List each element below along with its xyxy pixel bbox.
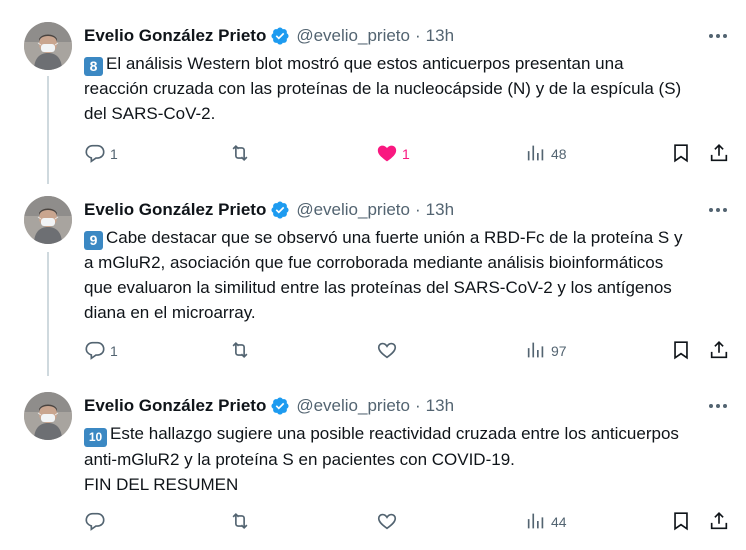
views-button[interactable]: 44: [525, 510, 567, 534]
views-button[interactable]: 48: [525, 142, 567, 166]
retweet-icon: [229, 510, 251, 535]
avatar[interactable]: [24, 392, 72, 440]
tweet[interactable]: Evelio González Prieto @evelio_prieto · …: [0, 196, 746, 366]
keycap-number-icon: 9: [84, 231, 103, 250]
like-icon: [376, 142, 398, 167]
tweet-text: 8 El análisis Western blot mostró que est…: [84, 51, 734, 126]
author-handle[interactable]: @evelio_prieto: [296, 26, 410, 46]
retweet-icon: [229, 339, 251, 364]
share-icon: [708, 510, 730, 535]
share-button[interactable]: [708, 339, 730, 363]
tweet-text-line: Este hallazgo sugiere una posible reacti…: [110, 424, 679, 443]
tweet-text-line: del SARS-CoV-2.: [84, 104, 216, 123]
bookmark-icon: [670, 339, 692, 364]
bookmark-button[interactable]: [670, 510, 692, 534]
timestamp[interactable]: 13h: [426, 26, 454, 46]
tweet-text-line: Cabe destacar que se observó una fuerte …: [106, 228, 683, 247]
more-icon[interactable]: [706, 198, 730, 222]
views-button[interactable]: 97: [525, 339, 567, 363]
separator-dot: ·: [414, 396, 421, 415]
tweet-text-line: diana en el microarray.: [84, 303, 256, 322]
views-icon: [525, 142, 547, 167]
like-icon: [376, 339, 398, 364]
avatar[interactable]: [24, 22, 72, 70]
author-name[interactable]: Evelio González Prieto: [84, 26, 266, 46]
share-icon: [708, 339, 730, 364]
share-icon: [708, 142, 730, 167]
tweet-text-line: a mGluR2, asociación que fue corroborada…: [84, 253, 664, 272]
separator-dot: ·: [414, 26, 421, 45]
author-handle[interactable]: @evelio_prieto: [296, 396, 410, 416]
reply-count: 1: [110, 343, 118, 359]
reply-button[interactable]: 1: [84, 142, 118, 166]
avatar[interactable]: [24, 196, 72, 244]
share-button[interactable]: [708, 142, 730, 166]
views-count: 48: [551, 146, 567, 162]
tweet-actions: 1 1 48: [84, 142, 734, 166]
reply-count: 1: [110, 146, 118, 162]
verified-badge-icon: [270, 396, 290, 416]
keycap-number-icon: 8: [84, 57, 103, 76]
reply-icon: [84, 510, 106, 535]
bookmark-button[interactable]: [670, 339, 692, 363]
reply-icon: [84, 142, 106, 167]
separator-dot: ·: [414, 200, 421, 219]
author-handle[interactable]: @evelio_prieto: [296, 200, 410, 220]
like-button[interactable]: [376, 510, 402, 534]
like-count: 1: [402, 146, 410, 162]
reply-icon: [84, 339, 106, 364]
author-name[interactable]: Evelio González Prieto: [84, 396, 266, 416]
verified-badge-icon: [270, 200, 290, 220]
tweet-header: Evelio González Prieto @evelio_prieto · …: [84, 198, 454, 222]
bookmark-icon: [670, 142, 692, 167]
reply-button[interactable]: 1: [84, 339, 118, 363]
keycap-number-icon: 10: [84, 428, 107, 447]
views-icon: [525, 339, 547, 364]
bookmark-button[interactable]: [670, 142, 692, 166]
tweet-text-line: anti-mGluR2 y la proteína S en pacientes…: [84, 450, 515, 469]
views-icon: [525, 510, 547, 535]
retweet-button[interactable]: [229, 142, 255, 166]
tweet-actions: 1 97: [84, 339, 734, 363]
tweet-text: 9 Cabe destacar que se observó una fuerte…: [84, 225, 734, 325]
more-icon[interactable]: [706, 24, 730, 48]
more-icon[interactable]: [706, 394, 730, 418]
verified-badge-icon: [270, 26, 290, 46]
like-button[interactable]: [376, 339, 402, 363]
tweet-text: 10 Este hallazgo sugiere una posible reac…: [84, 421, 734, 497]
tweet-text-line: FIN DEL RESUMEN: [84, 475, 239, 494]
tweet-actions: 44: [84, 510, 734, 534]
tweet-header: Evelio González Prieto @evelio_prieto · …: [84, 394, 454, 418]
like-icon: [376, 510, 398, 535]
tweet[interactable]: Evelio González Prieto @evelio_prieto · …: [0, 392, 746, 542]
tweet-text-line: que evaluaron la similitud entre las pro…: [84, 278, 672, 297]
tweet-header: Evelio González Prieto @evelio_prieto · …: [84, 24, 454, 48]
retweet-button[interactable]: [229, 510, 255, 534]
views-count: 97: [551, 343, 567, 359]
reply-button[interactable]: [84, 510, 110, 534]
retweet-button[interactable]: [229, 339, 255, 363]
timestamp[interactable]: 13h: [426, 396, 454, 416]
share-button[interactable]: [708, 510, 730, 534]
retweet-icon: [229, 142, 251, 167]
tweet-text-line: El análisis Western blot mostró que esto…: [106, 54, 624, 73]
tweet-text-line: reacción cruzada con las proteínas de la…: [84, 79, 682, 98]
like-button[interactable]: 1: [376, 142, 410, 166]
timestamp[interactable]: 13h: [426, 200, 454, 220]
bookmark-icon: [670, 510, 692, 535]
author-name[interactable]: Evelio González Prieto: [84, 200, 266, 220]
tweet[interactable]: Evelio González Prieto @evelio_prieto · …: [0, 22, 746, 172]
views-count: 44: [551, 514, 567, 530]
